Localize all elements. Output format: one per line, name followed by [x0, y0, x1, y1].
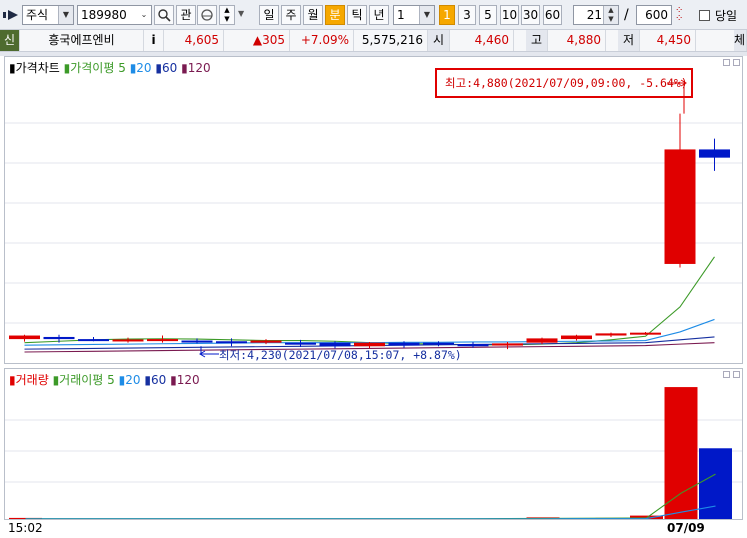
- interval-button-4[interactable]: 30: [521, 5, 540, 25]
- volume-value: 5,575,216: [354, 30, 428, 51]
- candle-body: [319, 342, 351, 347]
- exec-strength-label: 체결강: [734, 30, 747, 51]
- price-chart-pane: ▮가격차트 ▮가격이평 5 ▮20 ▮60 ▮120 최고:4,880(2021…: [4, 56, 743, 364]
- volume-chart-pane: ▮거래량 ▮거래이평 5 ▮20 ▮60 ▮120: [4, 368, 743, 520]
- stepper-chevron-icon[interactable]: ▼: [238, 9, 244, 18]
- change-value: ▲305: [224, 30, 290, 51]
- candle-body: [457, 344, 489, 347]
- period-button-3[interactable]: 분: [325, 5, 345, 25]
- candle-body: [388, 342, 420, 346]
- interval-button-1[interactable]: 3: [458, 5, 476, 25]
- period-button-0[interactable]: 일: [259, 5, 279, 25]
- interval-button-5[interactable]: 60: [543, 5, 562, 25]
- count-value: 21: [586, 8, 602, 22]
- open-value: 4,460: [450, 30, 514, 51]
- x-axis: [0, 520, 747, 538]
- high-label: 고: [526, 30, 548, 51]
- x-axis-date-label: 07/09: [667, 521, 705, 535]
- new-badge: 신: [0, 30, 20, 51]
- volume-ma-line-5: [25, 473, 716, 519]
- chevron-down-icon[interactable]: ⌄: [137, 6, 151, 24]
- price-chart-svg: 최고:4,880(2021/07/09,09:00, -5.64%) 최저:4,2…: [5, 68, 742, 362]
- toolbar: 주식 ▼ 189980 ⌄ 관 ▲ ▼ ▼ 1 ▼ 21 ▲ ▼ / 600 ⁘ ⁘ …: [0, 0, 747, 30]
- candle-body: [699, 149, 730, 158]
- candle-body: [112, 339, 144, 342]
- candle-body: [216, 341, 247, 344]
- chevron-down-icon[interactable]: ▼: [419, 6, 434, 24]
- bell-icon: [201, 9, 213, 21]
- stepper[interactable]: ▲ ▼: [219, 5, 235, 25]
- same-day-label: 당일: [715, 9, 738, 23]
- current-price: 4,605: [168, 30, 224, 51]
- menu-icon[interactable]: [3, 9, 19, 21]
- change-percent: +7.09%: [290, 30, 354, 51]
- total-input[interactable]: 600: [636, 5, 672, 25]
- code-input[interactable]: 189980 ⌄: [77, 5, 152, 25]
- candle-body: [595, 333, 627, 336]
- total-value: 600: [645, 8, 668, 22]
- low-annotation: 최저:4,230(2021/07/08,15:07, +8.87%): [219, 348, 462, 362]
- candle-body: [250, 340, 282, 343]
- candle-body: [423, 342, 454, 345]
- period-button-5[interactable]: 년: [369, 5, 389, 25]
- interval-button-3[interactable]: 10: [500, 5, 519, 25]
- market-value: 주식: [26, 8, 49, 22]
- count-input[interactable]: 21 ▲ ▼: [573, 5, 619, 25]
- interval-value: 1: [397, 8, 405, 22]
- high-annotation: 최고:4,880(2021/07/09,09:00, -5.64%): [445, 76, 688, 90]
- candle-body: [664, 149, 696, 264]
- high-value: 4,880: [548, 30, 606, 51]
- candle-body: [561, 335, 592, 340]
- candle-body: [630, 332, 661, 335]
- stock-name: 흥국에프엔비: [20, 30, 144, 51]
- ma-line-5: [24, 256, 715, 346]
- watchlist-button[interactable]: 관: [176, 5, 196, 25]
- candle-body: [43, 336, 75, 340]
- search-button[interactable]: [154, 5, 174, 25]
- candle-body: [78, 339, 109, 342]
- count-divider: /: [624, 7, 629, 23]
- candle-body: [285, 342, 316, 345]
- open-label: 시: [428, 30, 450, 51]
- interval-button-2[interactable]: 5: [479, 5, 497, 25]
- chevron-down-icon[interactable]: ▼: [58, 6, 73, 24]
- volume-ma-line-20: [25, 505, 716, 519]
- low-label: 저: [618, 30, 640, 51]
- period-button-1[interactable]: 주: [281, 5, 301, 25]
- same-day-checkbox[interactable]: [699, 10, 710, 21]
- low-value: 4,450: [640, 30, 696, 51]
- candle-body: [147, 339, 178, 342]
- candle-body: [492, 343, 523, 346]
- count-spinner[interactable]: ▲ ▼: [603, 6, 618, 24]
- candle-body: [354, 342, 385, 347]
- group-button[interactable]: [197, 5, 217, 25]
- volume-chart-svg: [5, 387, 742, 519]
- code-value: 189980: [81, 8, 127, 22]
- interval-select[interactable]: 1 ▼: [393, 5, 435, 25]
- interval-button-0[interactable]: 1: [439, 5, 455, 25]
- candle-body: [181, 340, 213, 343]
- period-button-4[interactable]: 틱: [347, 5, 367, 25]
- search-icon: [158, 9, 171, 22]
- candle-body: [9, 335, 40, 340]
- volume-bar: [664, 387, 698, 519]
- candle-body: [526, 338, 558, 343]
- x-axis-start-label: 15:02: [8, 521, 43, 535]
- grid-settings-icon[interactable]: ⁘ ⁘: [675, 6, 689, 24]
- period-button-2[interactable]: 월: [303, 5, 323, 25]
- market-select[interactable]: 주식 ▼: [22, 5, 74, 25]
- info-button[interactable]: i: [144, 30, 164, 51]
